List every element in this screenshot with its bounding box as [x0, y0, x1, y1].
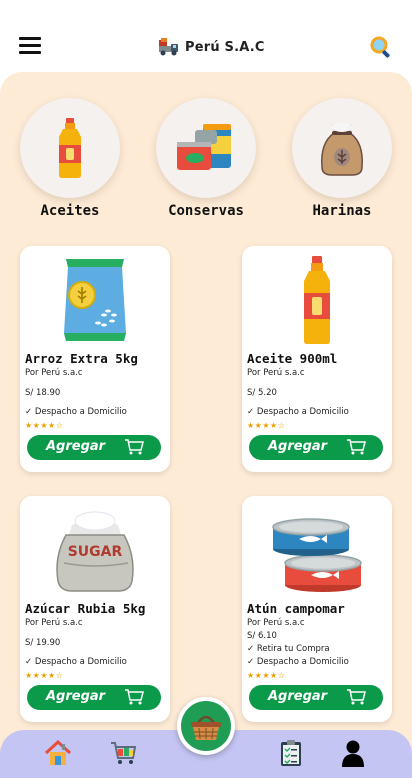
product-card-atun[interactable]: Atún campomar Por Perú s.a.c S/ 6.10 ✓ R…: [242, 496, 392, 722]
product-feature: ✓ Despacho a Domicilio: [247, 657, 349, 667]
product-image: SUGAR: [20, 502, 170, 598]
product-card-arroz[interactable]: Arroz Extra 5kg Por Perú s.a.c S/ 18.90 …: [20, 246, 170, 472]
sugar-sack-icon: SUGAR: [56, 511, 134, 592]
product-price: S/ 5.20: [247, 388, 277, 398]
canned-food-icon: [177, 124, 231, 170]
product-seller: Por Perú s.a.c: [25, 618, 83, 628]
add-to-cart-button[interactable]: Agregar: [27, 685, 161, 710]
product-feature: ✓ Retira tu Compra: [247, 644, 330, 654]
add-to-cart-button[interactable]: Agregar: [249, 685, 383, 710]
hamburger-menu-icon[interactable]: [19, 37, 41, 55]
category-conservas[interactable]: Conservas: [156, 98, 258, 219]
product-card-aceite[interactable]: Aceite 900ml Por Perú s.a.c S/ 5.20 ✓ De…: [242, 246, 392, 472]
product-price: S/ 18.90: [25, 388, 61, 398]
category-circle: [20, 98, 120, 198]
cart-icon: [347, 689, 366, 705]
product-image: [20, 252, 170, 348]
product-name: Aceite 900ml: [247, 351, 338, 366]
product-seller: Por Perú s.a.c: [247, 618, 305, 628]
category-harinas[interactable]: Harinas: [292, 98, 394, 219]
product-name: Azúcar Rubia 5kg: [25, 601, 146, 616]
product-name: Atún campomar: [247, 601, 345, 616]
store-cart-icon[interactable]: [108, 738, 138, 768]
rating-stars: ★★★★☆: [247, 421, 286, 430]
category-label: Aceites: [40, 203, 100, 219]
flour-sack-icon: [321, 122, 363, 176]
rating-stars: ★★★★☆: [25, 671, 64, 680]
category-label: Conservas: [168, 203, 244, 219]
category-circle: [156, 98, 256, 198]
sack-label: SUGAR: [68, 544, 123, 560]
cart-icon: [125, 439, 144, 455]
tuna-cans-icon: [272, 518, 362, 592]
oil-bottle-icon: [59, 118, 81, 178]
basket-icon: [181, 701, 231, 751]
search-icon[interactable]: [369, 35, 393, 59]
oil-bottle-icon: [304, 256, 330, 344]
product-price: S/ 19.90: [25, 638, 61, 648]
product-name: Arroz Extra 5kg: [25, 351, 138, 366]
delivery-truck-icon: [159, 38, 178, 56]
main-content: Aceites Conservas Harinas Arroz Extra 5k…: [0, 72, 412, 778]
add-button-label: Agregar: [46, 439, 106, 454]
top-bar: Perú S.A.C: [0, 0, 412, 70]
user-icon[interactable]: [338, 738, 368, 768]
product-feature: ✓ Despacho a Domicilio: [247, 407, 349, 417]
product-image: [242, 502, 392, 598]
add-to-cart-button[interactable]: Agregar: [249, 435, 383, 460]
product-seller: Por Perú s.a.c: [25, 368, 83, 378]
basket-button[interactable]: [177, 697, 235, 755]
product-feature: ✓ Despacho a Domicilio: [25, 407, 127, 417]
brand: Perú S.A.C: [158, 36, 265, 58]
home-icon[interactable]: [43, 738, 73, 768]
category-label: Harinas: [312, 203, 372, 219]
rating-stars: ★★★★☆: [247, 671, 286, 680]
category-aceites[interactable]: Aceites: [20, 98, 122, 219]
add-to-cart-button[interactable]: Agregar: [27, 435, 161, 460]
add-button-label: Agregar: [268, 439, 328, 454]
app-title: Perú S.A.C: [185, 39, 265, 55]
add-button-label: Agregar: [46, 689, 106, 704]
product-price: S/ 6.10: [247, 631, 277, 641]
rating-stars: ★★★★☆: [25, 421, 64, 430]
product-card-azucar[interactable]: SUGAR Azúcar Rubia 5kg Por Perú s.a.c S/…: [20, 496, 170, 722]
clipboard-icon[interactable]: [276, 738, 306, 768]
category-circle: [292, 98, 392, 198]
product-image: [242, 252, 392, 348]
product-feature: ✓ Despacho a Domicilio: [25, 657, 127, 667]
product-seller: Por Perú s.a.c: [247, 368, 305, 378]
cart-icon: [125, 689, 144, 705]
cart-icon: [347, 439, 366, 455]
add-button-label: Agregar: [268, 689, 328, 704]
rice-bag-icon: [64, 259, 126, 341]
